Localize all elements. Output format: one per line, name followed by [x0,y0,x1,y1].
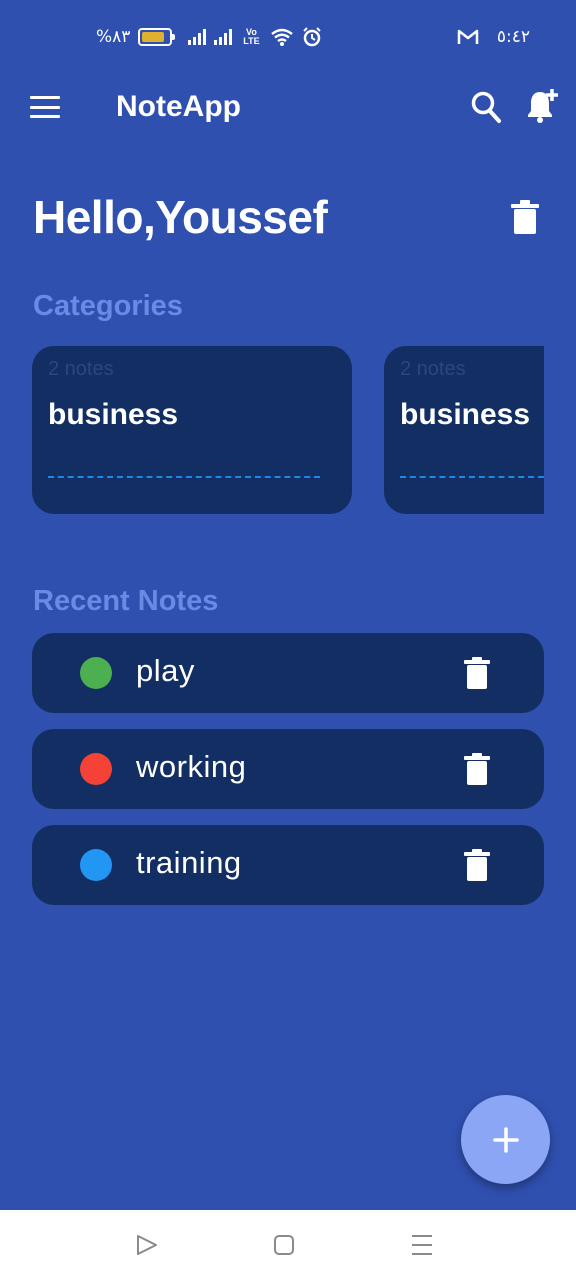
search-icon[interactable] [470,90,502,124]
status-left: %٨٣ Vo LTE [96,27,322,47]
delete-icon[interactable] [464,849,490,881]
app-title: NoteApp [116,90,241,123]
category-name: business [400,398,531,431]
signal-icon [214,29,233,45]
recents-icon[interactable] [409,1232,435,1258]
clock: ٥:٤٢ [496,27,530,47]
note-title: training [136,845,242,880]
categories-heading: Categories [33,290,183,322]
note-item[interactable]: training [32,825,544,905]
delete-icon[interactable] [464,657,490,689]
category-card[interactable]: 2 notes business [384,346,544,514]
back-icon[interactable] [134,1232,160,1258]
note-color-dot [80,657,112,689]
categories-list[interactable]: 2 notes business 2 notes business [32,346,544,514]
battery-fill [142,32,164,42]
note-item[interactable]: working [32,729,544,809]
delete-icon[interactable] [464,753,490,785]
category-divider [48,476,320,478]
greeting-title: Hello,Youssef [33,191,328,243]
category-name: business [48,398,179,431]
category-card[interactable]: 2 notes business [32,346,352,514]
delete-all-icon[interactable] [510,200,540,234]
recent-notes-heading: Recent Notes [33,585,219,617]
plus-icon [492,1126,519,1153]
note-item[interactable]: play [32,633,544,713]
signal-icon [188,29,207,45]
system-nav-bar [0,1210,576,1280]
alarm-icon [303,27,322,47]
category-divider [400,476,544,478]
category-count: 2 notes [48,358,114,380]
battery-icon [138,28,176,46]
battery-percent: %٨٣ [96,27,131,47]
add-note-button[interactable] [461,1095,550,1184]
note-color-dot [80,849,112,881]
gmail-icon [457,29,479,44]
status-bar: %٨٣ Vo LTE ٥:٤٢ [0,0,576,76]
screen: %٨٣ Vo LTE ٥:٤٢ NoteApp Hello,Youssef Ca… [0,0,576,1280]
add-alarm-icon[interactable] [524,86,562,124]
wifi-icon [271,28,294,46]
menu-icon[interactable] [30,96,60,118]
home-icon[interactable] [271,1232,297,1258]
volte-icon: Vo LTE [243,27,260,46]
note-color-dot [80,753,112,785]
app-bar: NoteApp [0,76,576,138]
status-right: ٥:٤٢ [457,27,530,47]
category-count: 2 notes [400,358,466,380]
note-title: working [136,749,247,784]
note-title: play [136,653,195,688]
